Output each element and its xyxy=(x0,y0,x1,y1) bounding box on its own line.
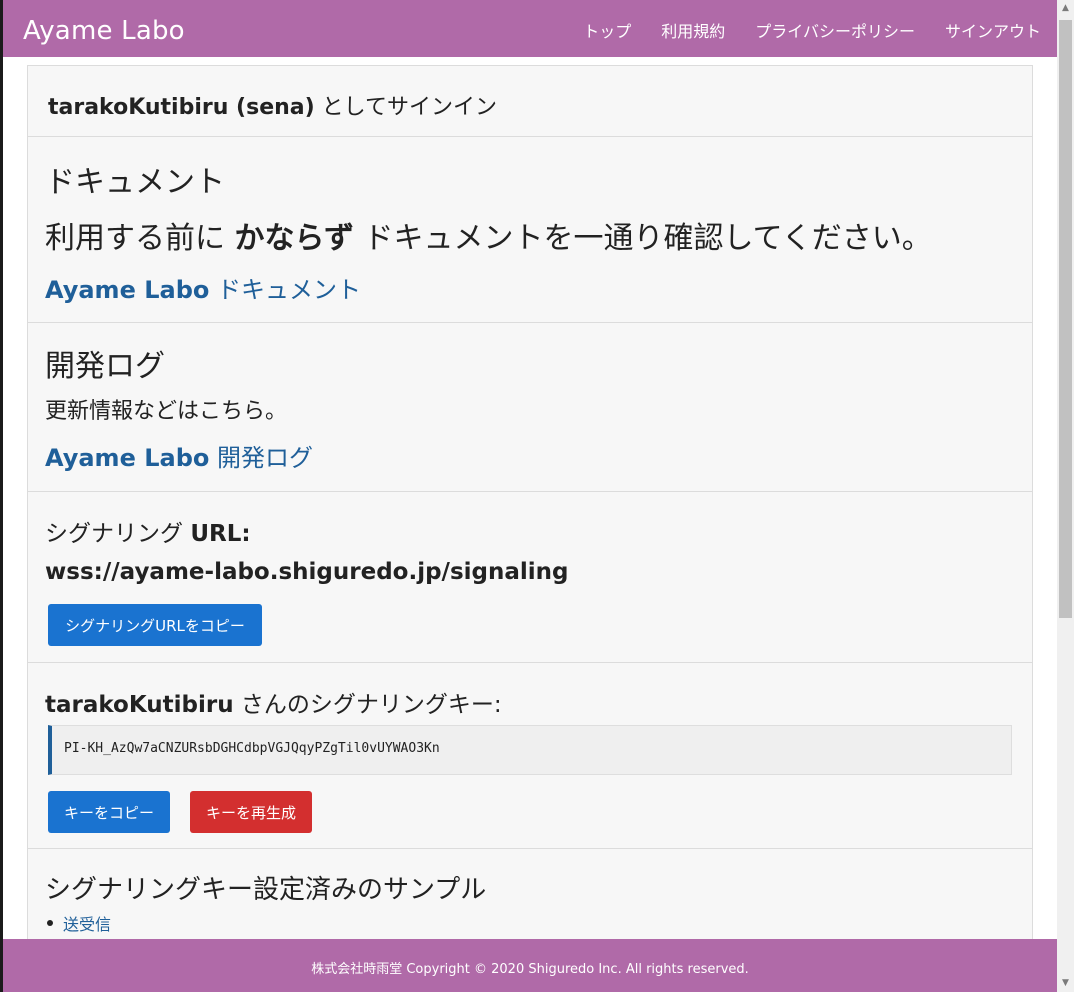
nav-link-signout[interactable]: サインアウト xyxy=(945,18,1041,42)
navbar: Ayame Labo トップ 利用規約 プライバシーポリシー サインアウト xyxy=(3,0,1057,57)
signaling-url-label-latin: URL: xyxy=(190,521,251,547)
docs-link-latin: Ayame Labo xyxy=(45,276,210,304)
signaling-key-user: tarakoKutibiru xyxy=(45,692,234,718)
nav-links: トップ 利用規約 プライバシーポリシー サインアウト xyxy=(583,18,1041,42)
brand-logo-link[interactable]: Ayame Labo xyxy=(23,16,185,46)
card-header: tarakoKutibiru (sena) としてサインイン xyxy=(28,66,1032,137)
nav-link-terms[interactable]: 利用規約 xyxy=(661,18,725,42)
signaling-key-section: tarakoKutibiru さんのシグナリングキー: PI-KH_AzQw7a… xyxy=(28,663,1032,849)
devlog-description: 更新情報などはこちら。 xyxy=(45,399,288,424)
main-card: tarakoKutibiru (sena) としてサインイン ドキュメント 利用… xyxy=(27,65,1033,965)
samples-title: シグナリングキー設定済みのサンプル xyxy=(45,875,487,905)
signin-suffix: としてサインイン xyxy=(314,95,498,120)
copy-signaling-url-button[interactable]: シグナリングURLをコピー xyxy=(48,604,262,646)
devlog-link-jp: 開発ログ xyxy=(209,444,313,472)
footer: 株式会社時雨堂 Copyright © 2020 Shiguredo Inc. … xyxy=(3,939,1057,992)
signaling-key-label: tarakoKutibiru さんのシグナリングキー: xyxy=(45,685,502,719)
signaling-url-label: シグナリング URL: xyxy=(45,514,251,548)
scrollbar-thumb[interactable] xyxy=(1059,20,1072,618)
docs-desc-after: ドキュメントを一通り確認してください。 xyxy=(353,221,932,256)
scroll-down-arrow-icon[interactable]: ▼ xyxy=(1057,975,1074,992)
docs-desc-emphasis: かならず xyxy=(234,221,354,256)
regenerate-key-button[interactable]: キーを再生成 xyxy=(190,791,312,833)
page-viewport: Ayame Labo トップ 利用規約 プライバシーポリシー サインアウト ta… xyxy=(3,0,1057,992)
signaling-url-section: シグナリング URL: wss://ayame-labo.shiguredo.j… xyxy=(28,492,1032,663)
signin-username: tarakoKutibiru (sena) xyxy=(48,95,315,120)
scroll-up-arrow-icon[interactable]: ▲ xyxy=(1057,0,1074,17)
docs-link-jp: ドキュメント xyxy=(209,276,361,304)
devlog-section: 開発ログ 更新情報などはこちら。 Ayame Labo 開発ログ xyxy=(28,323,1032,492)
nav-link-top[interactable]: トップ xyxy=(583,18,631,42)
docs-section: ドキュメント 利用する前に かならず ドキュメントを一通り確認してください。 A… xyxy=(28,137,1032,323)
devlog-title: 開発ログ xyxy=(45,349,165,384)
list-item: 送受信 xyxy=(45,911,111,935)
signaling-key-box[interactable]: PI-KH_AzQw7aCNZURsbDGHCdbpVGJQqyPZgTil0v… xyxy=(48,725,1012,775)
signaling-key-label-suffix: さんのシグナリングキー: xyxy=(233,692,502,718)
docs-desc-before: 利用する前に xyxy=(45,221,235,256)
signin-status: tarakoKutibiru (sena) としてサインイン xyxy=(48,89,497,121)
devlog-link[interactable]: Ayame Labo 開発ログ xyxy=(45,438,313,473)
copy-key-button[interactable]: キーをコピー xyxy=(48,791,170,833)
vertical-scrollbar[interactable]: ▲ ▼ xyxy=(1057,0,1074,992)
sample-link-sendrecv[interactable]: 送受信 xyxy=(63,911,111,935)
samples-list: 送受信 xyxy=(45,911,111,935)
signaling-url-value: wss://ayame-labo.shiguredo.jp/signaling xyxy=(45,559,569,585)
devlog-link-latin: Ayame Labo xyxy=(45,444,210,472)
signaling-key-value: PI-KH_AzQw7aCNZURsbDGHCdbpVGJQqyPZgTil0v… xyxy=(64,741,440,756)
footer-copyright: 株式会社時雨堂 Copyright © 2020 Shiguredo Inc. … xyxy=(311,962,749,977)
bullet-icon xyxy=(47,920,53,926)
docs-description: 利用する前に かならず ドキュメントを一通り確認してください。 xyxy=(45,213,932,257)
docs-title: ドキュメント xyxy=(45,165,225,200)
docs-link[interactable]: Ayame Labo ドキュメント xyxy=(45,270,361,305)
signaling-url-label-jp: シグナリング xyxy=(45,521,191,547)
nav-link-privacy[interactable]: プライバシーポリシー xyxy=(755,18,915,42)
